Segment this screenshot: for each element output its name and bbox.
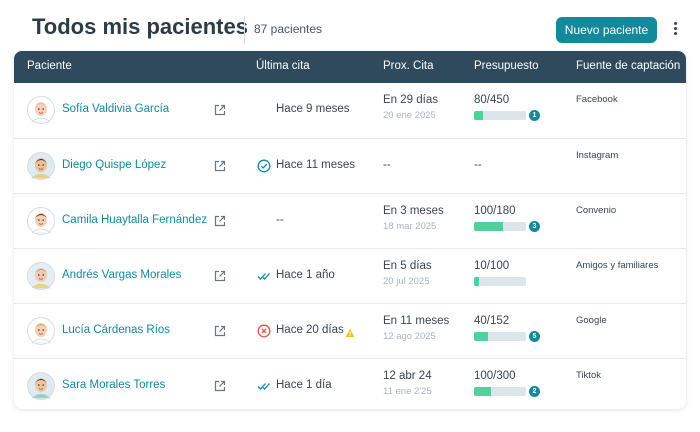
patient-name[interactable]: Camila Huaytalla Fernández	[62, 214, 207, 226]
avatar	[27, 152, 55, 180]
avatar	[27, 372, 55, 400]
budget-value: 10/100	[474, 260, 510, 272]
budget-progress-bar	[474, 277, 526, 286]
table-header: Paciente Última cita Prox. Cita Presupue…	[14, 51, 686, 83]
patient-name[interactable]: Andrés Vargas Morales	[62, 269, 181, 281]
budget-progress-fill	[474, 332, 488, 341]
budget-value: 40/152	[474, 315, 510, 327]
column-header-source[interactable]: Fuente de captación	[576, 60, 680, 72]
next-visit: En 3 meses	[383, 205, 444, 217]
external-link-icon[interactable]	[213, 214, 227, 228]
patient-name[interactable]: Sara Morales Torres	[62, 379, 165, 391]
budget-value: 100/180	[474, 205, 516, 217]
column-header-next-visit[interactable]: Prox. Cita	[383, 60, 434, 72]
patient-name[interactable]: Lucía Cárdenas Ríos	[62, 324, 170, 336]
table-row[interactable]: Sara Morales Torres Hace 1 día 12 abr 24 11…	[14, 358, 686, 409]
avatar	[27, 262, 55, 290]
new-patient-button[interactable]: Nuevo paciente	[556, 17, 657, 43]
external-link-icon[interactable]	[213, 379, 227, 393]
double-check-icon	[257, 269, 271, 283]
more-options-icon[interactable]	[668, 20, 682, 40]
column-header-budget[interactable]: Presupuesto	[474, 60, 539, 72]
table-row[interactable]: Sofía Valdivia García Hace 9 meses En 29 d…	[14, 83, 686, 138]
next-visit: En 5 días	[383, 260, 432, 272]
column-header-patient[interactable]: Paciente	[27, 60, 72, 72]
last-visit: Hace 20 días	[276, 324, 344, 336]
last-visit: Hace 11 meses	[276, 159, 356, 171]
budget-progress-fill	[474, 277, 480, 286]
table-row[interactable]: Camila Huaytalla Fernández -- En 3 meses 18…	[14, 193, 686, 249]
table-row[interactable]: Diego Quispe López Hace 11 meses -- -- Insta…	[14, 138, 686, 194]
next-visit-date: 20 ene 2025	[383, 110, 436, 121]
budget-value: 100/300	[474, 370, 516, 382]
patient-name[interactable]: Sofía Valdivia García	[62, 103, 169, 115]
external-link-icon[interactable]	[213, 159, 227, 173]
next-visit: En 29 días	[383, 94, 438, 106]
table-row[interactable]: Lucía Cárdenas Ríos Hace 20 días En 11 mes…	[14, 303, 686, 359]
last-visit: Hace 1 año	[276, 269, 335, 281]
budget-value: --	[474, 159, 482, 171]
patients-table: Paciente Última cita Prox. Cita Presupue…	[14, 51, 686, 409]
next-visit-date: 11 ene 2'25	[383, 386, 432, 397]
external-link-icon[interactable]	[213, 103, 227, 117]
budget-value: 80/450	[474, 94, 510, 106]
next-visit-date: 20 jul 2025	[383, 276, 430, 287]
avatar	[27, 317, 55, 345]
next-visit: --	[383, 159, 391, 171]
patient-count: 87 pacientes	[254, 22, 323, 36]
budget-progress-fill	[474, 387, 492, 396]
budget-progress-bar	[474, 222, 526, 231]
budget-progress-bar	[474, 332, 526, 341]
next-visit: 12 abr 24	[383, 370, 432, 382]
budget-progress-bar	[474, 111, 526, 120]
last-visit: Hace 9 meses	[276, 103, 350, 115]
budget-count-badge: 5	[529, 331, 540, 342]
acquisition-source: Tiktok	[576, 370, 601, 381]
external-link-icon[interactable]	[213, 324, 227, 338]
avatar	[27, 207, 55, 235]
table-row[interactable]: Andrés Vargas Morales Hace 1 año En 5 días…	[14, 248, 686, 304]
acquisition-source: Convenio	[576, 205, 617, 216]
last-visit: Hace 1 día	[276, 379, 332, 391]
budget-progress-fill	[474, 222, 504, 231]
double-check-icon	[257, 379, 271, 393]
budget-progress-fill	[474, 111, 484, 120]
warning-icon	[345, 325, 359, 339]
next-visit-date: 18 mar 2025	[383, 221, 437, 232]
check-circle-icon	[257, 159, 271, 173]
acquisition-source: Instagram	[576, 150, 619, 161]
patient-name[interactable]: Diego Quispe López	[62, 159, 166, 171]
next-visit: En 11 meses	[383, 315, 450, 327]
next-visit-date: 12 ago 2025	[383, 331, 436, 342]
acquisition-source: Facebook	[576, 94, 618, 105]
avatar	[27, 96, 55, 124]
acquisition-source: Google	[576, 315, 607, 326]
budget-count-badge: 2	[529, 386, 540, 397]
page-title: Todos mis pacientes	[32, 14, 248, 39]
budget-count-badge: 3	[529, 221, 540, 232]
title-divider	[244, 16, 245, 44]
last-visit: --	[276, 214, 284, 226]
budget-progress-bar	[474, 387, 526, 396]
x-circle-icon	[257, 324, 271, 338]
column-header-last-visit[interactable]: Última cita	[256, 60, 310, 72]
external-link-icon[interactable]	[213, 269, 227, 283]
acquisition-source: Amigos y familiares	[576, 260, 659, 271]
budget-count-badge: 1	[529, 110, 540, 121]
